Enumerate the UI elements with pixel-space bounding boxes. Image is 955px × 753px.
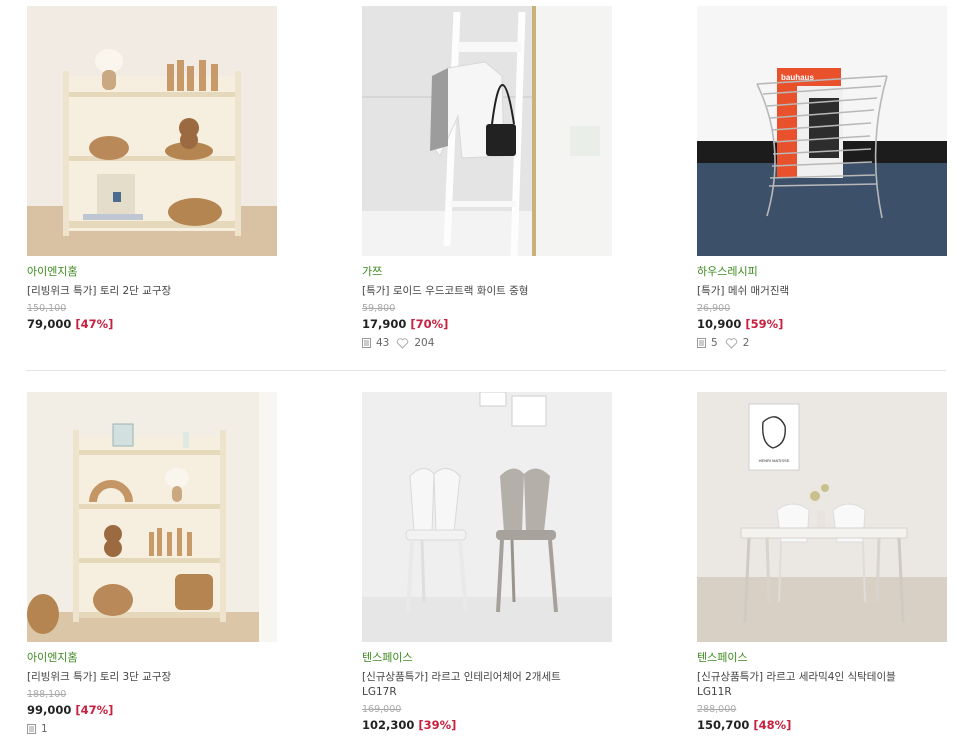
heart-icon bbox=[725, 337, 737, 349]
discount-rate: [47%] bbox=[75, 703, 114, 717]
review-count-value: 5 bbox=[711, 337, 718, 349]
product-image[interactable] bbox=[362, 6, 612, 256]
product-card[interactable]: bauhaus 하우스레시피 [특가] 메쉬 매거진랙 26,900 10,90… bbox=[697, 6, 947, 350]
sale-price: 10,900 bbox=[697, 317, 742, 331]
brand-label[interactable]: 텐스페이스 bbox=[697, 651, 947, 665]
product-image[interactable] bbox=[27, 6, 277, 256]
discount-rate: [48%] bbox=[753, 718, 792, 732]
review-count[interactable]: 43 bbox=[362, 336, 389, 350]
heart-icon bbox=[397, 337, 409, 349]
product-image[interactable] bbox=[362, 392, 612, 642]
product-stats: 43 204 bbox=[362, 336, 612, 350]
product-image[interactable]: HENRI MATISSE bbox=[697, 392, 947, 642]
review-count-value: 1 bbox=[41, 723, 48, 735]
original-price: 26,900 bbox=[697, 303, 731, 314]
product-name[interactable]: [리빙위크 특가] 토리 2단 교구장 bbox=[27, 284, 277, 299]
poster-caption: HENRI MATISSE bbox=[759, 458, 790, 463]
original-price: 150,100 bbox=[27, 303, 67, 314]
review-count[interactable]: 5 bbox=[697, 336, 718, 350]
product-name[interactable]: [특가] 로이드 우드코트랙 화이트 중형 bbox=[362, 284, 612, 299]
review-icon bbox=[697, 338, 706, 348]
original-price: 188,100 bbox=[27, 689, 67, 700]
review-icon bbox=[27, 724, 36, 734]
discount-rate: [70%] bbox=[410, 317, 449, 331]
brand-label[interactable]: 텐스페이스 bbox=[362, 651, 612, 665]
product-card[interactable]: 아이엔지홈 [리빙위크 특가] 토리 2단 교구장 150,100 79,000… bbox=[27, 6, 277, 332]
product-name[interactable]: [신규상품특가] 라르고 세라믹4인 식탁테이블 LG11R bbox=[697, 670, 947, 700]
brand-label[interactable]: 가쯔 bbox=[362, 265, 612, 279]
product-name[interactable]: [신규상품특가] 라르고 인테리어체어 2개세트 LG17R bbox=[362, 670, 612, 700]
like-count-value: 2 bbox=[742, 337, 750, 349]
like-count[interactable]: 2 bbox=[725, 336, 750, 350]
brand-label[interactable]: 아이엔지홈 bbox=[27, 651, 277, 665]
sale-price: 102,300 bbox=[362, 718, 415, 732]
review-count-value: 43 bbox=[376, 337, 390, 349]
brand-label[interactable]: 하우스레시피 bbox=[697, 265, 947, 279]
product-card[interactable]: 아이엔지홈 [리빙위크 특가] 토리 3단 교구장 188,100 99,000… bbox=[27, 392, 277, 736]
like-count[interactable]: 204 bbox=[396, 336, 434, 350]
product-name[interactable]: [리빙위크 특가] 토리 3단 교구장 bbox=[27, 670, 277, 685]
product-stats: 5 2 bbox=[697, 336, 947, 350]
sale-price: 99,000 bbox=[27, 703, 72, 717]
discount-rate: [59%] bbox=[745, 317, 784, 331]
row-divider bbox=[26, 370, 946, 371]
discount-rate: [47%] bbox=[75, 317, 114, 331]
original-price: 288,000 bbox=[697, 704, 737, 715]
product-image[interactable]: bauhaus bbox=[697, 6, 947, 256]
product-name[interactable]: [특가] 메쉬 매거진랙 bbox=[697, 284, 947, 299]
review-icon bbox=[362, 338, 371, 348]
product-card[interactable]: HENRI MATISSE 텐스페이스 [신규상품특가] 라르고 세라믹4인 식… bbox=[697, 392, 947, 733]
sale-price: 79,000 bbox=[27, 317, 72, 331]
product-card[interactable]: 가쯔 [특가] 로이드 우드코트랙 화이트 중형 59,800 17,900 [7… bbox=[362, 6, 612, 350]
original-price: 169,000 bbox=[362, 704, 402, 715]
like-count-value: 204 bbox=[414, 337, 435, 349]
discount-rate: [39%] bbox=[418, 718, 457, 732]
product-image[interactable] bbox=[27, 392, 277, 642]
sale-price: 150,700 bbox=[697, 718, 750, 732]
product-card[interactable]: 텐스페이스 [신규상품특가] 라르고 인테리어체어 2개세트 LG17R 169… bbox=[362, 392, 612, 733]
original-price: 59,800 bbox=[362, 303, 396, 314]
product-stats: 1 bbox=[27, 722, 277, 736]
review-count[interactable]: 1 bbox=[27, 722, 48, 736]
sale-price: 17,900 bbox=[362, 317, 407, 331]
brand-label[interactable]: 아이엔지홈 bbox=[27, 265, 277, 279]
